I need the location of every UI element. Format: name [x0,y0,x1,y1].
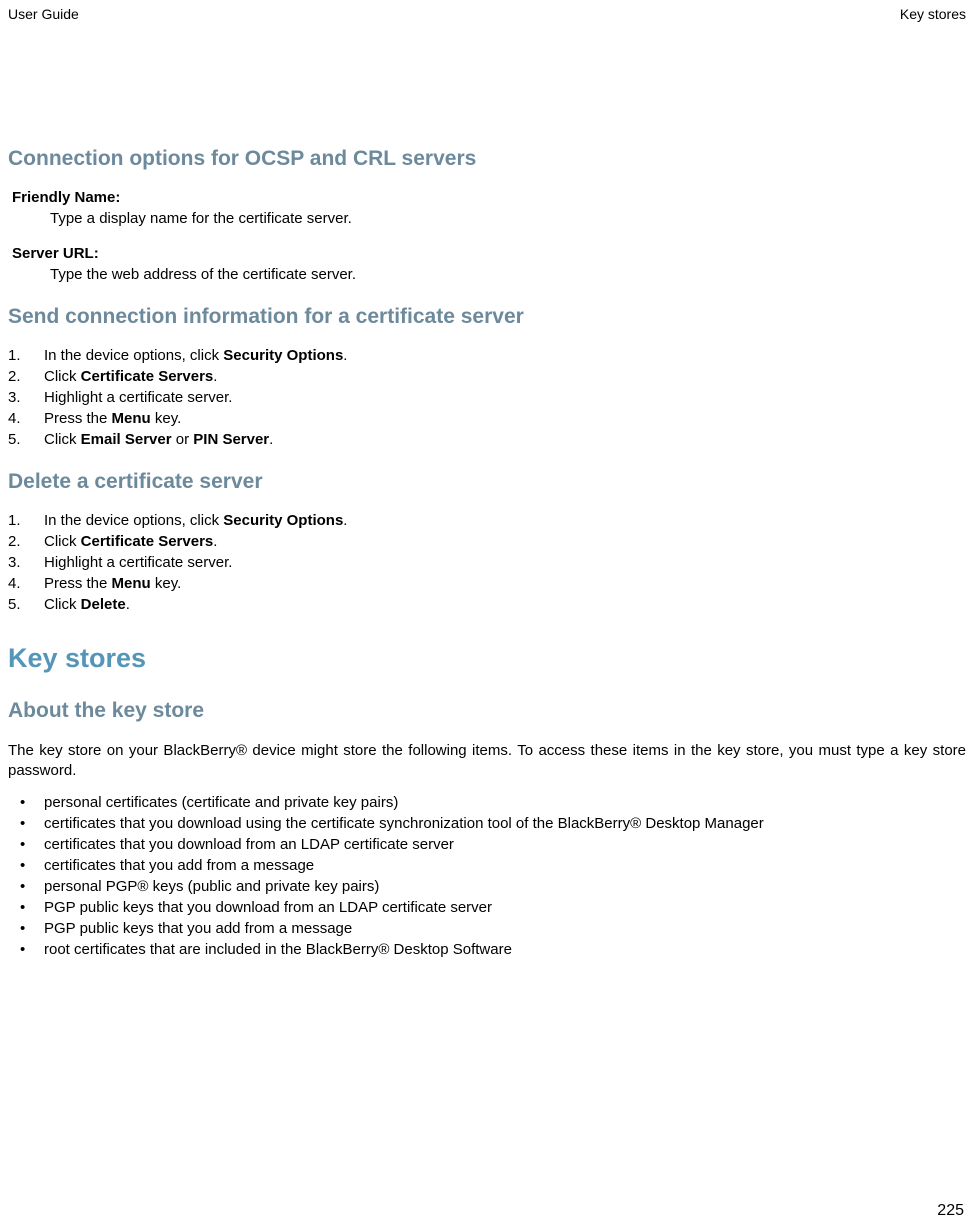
list-item: Click Certificate Servers. [8,368,966,385]
list-item: Highlight a certificate server. [8,554,966,571]
bullets-key-store-items: personal certificates (certificate and p… [8,794,966,958]
section-delete-certificate-server: Delete a certificate server In the devic… [8,470,966,613]
list-item: PGP public keys that you add from a mess… [8,920,966,937]
list-item: Click Email Server or PIN Server. [8,431,966,448]
definition-friendly-name: Friendly Name: Type a display name for t… [8,189,966,227]
desc-server-url: Type the web address of the certificate … [50,266,966,283]
desc-friendly-name: Type a display name for the certificate … [50,210,966,227]
list-item: Press the Menu key. [8,575,966,592]
section-send-connection-info: Send connection information for a certif… [8,305,966,448]
list-item: certificates that you download using the… [8,815,966,832]
list-item: personal PGP® keys (public and private k… [8,878,966,895]
heading-key-stores: Key stores [8,643,966,674]
definition-server-url: Server URL: Type the web address of the … [8,245,966,283]
list-item: Click Certificate Servers. [8,533,966,550]
steps-delete-certificate-server: In the device options, click Security Op… [8,512,966,613]
term-friendly-name: Friendly Name: [12,189,966,206]
heading-send-connection-info: Send connection information for a certif… [8,305,966,329]
heading-delete-certificate-server: Delete a certificate server [8,470,966,494]
heading-connection-options: Connection options for OCSP and CRL serv… [8,147,966,171]
paragraph-about-key-store: The key store on your BlackBerry® device… [8,741,966,782]
section-connection-options: Connection options for OCSP and CRL serv… [8,147,966,283]
header-right: Key stores [900,6,966,22]
term-server-url: Server URL: [12,245,966,262]
list-item: Highlight a certificate server. [8,389,966,406]
header-left: User Guide [8,6,79,22]
list-item: In the device options, click Security Op… [8,512,966,529]
list-item: Click Delete. [8,596,966,613]
list-item: personal certificates (certificate and p… [8,794,966,811]
page-header: User Guide Key stores [8,6,966,22]
list-item: root certificates that are included in t… [8,941,966,958]
list-item: In the device options, click Security Op… [8,347,966,364]
list-item: PGP public keys that you download from a… [8,899,966,916]
page-number: 225 [937,1202,964,1220]
section-about-key-store: About the key store The key store on you… [8,699,966,958]
list-item: certificates that you add from a message [8,857,966,874]
list-item: Press the Menu key. [8,410,966,427]
list-item: certificates that you download from an L… [8,836,966,853]
steps-send-connection-info: In the device options, click Security Op… [8,347,966,448]
heading-about-key-store: About the key store [8,699,966,723]
